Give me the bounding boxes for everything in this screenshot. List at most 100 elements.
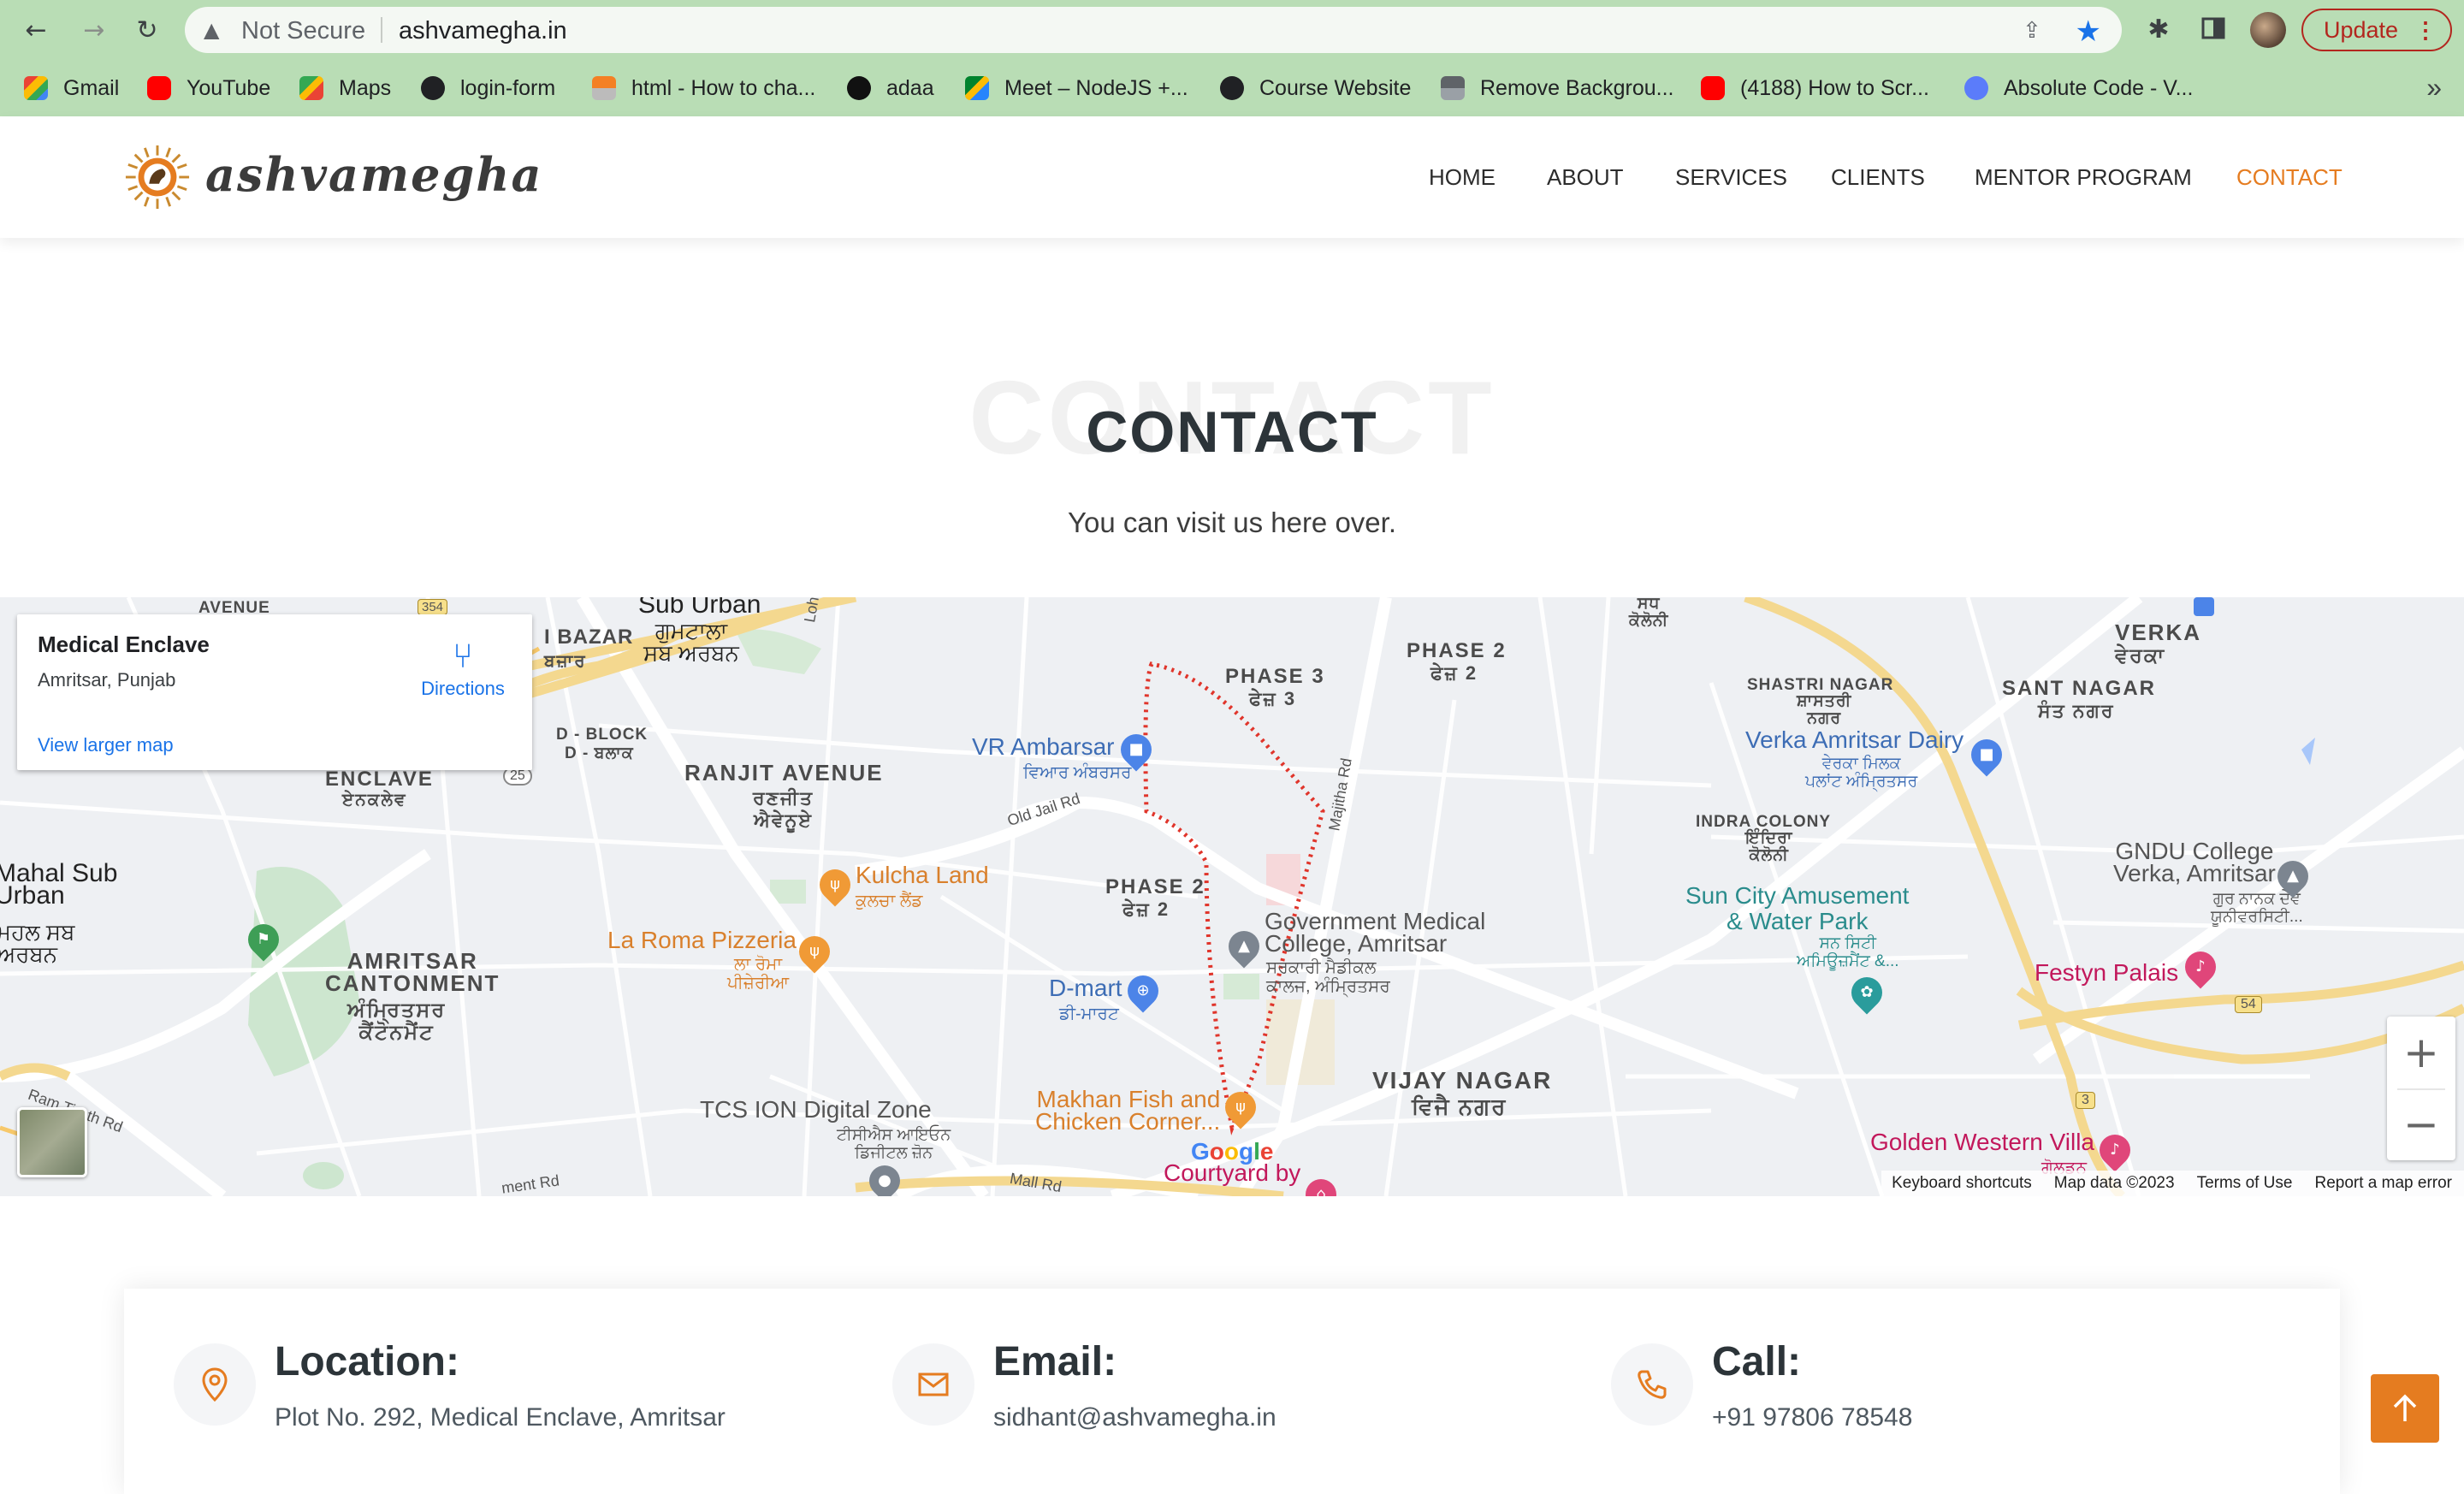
bookmark-absolute-code[interactable]: Absolute Code - V... xyxy=(1964,74,2193,103)
security-label[interactable]: Not Secure xyxy=(241,17,365,45)
bookmark-label: Meet – NodeJS +... xyxy=(1004,75,1188,100)
bookmark-course-website[interactable]: Course Website xyxy=(1220,74,1411,103)
map-label-bazar: I BAZAR xyxy=(544,625,634,649)
terms-link[interactable]: Terms of Use xyxy=(2197,1174,2293,1193)
side-panel-icon[interactable] xyxy=(2199,15,2228,44)
update-button[interactable]: Update ⋮ xyxy=(2301,9,2452,51)
bookmark-youtube[interactable]: YouTube xyxy=(147,74,270,103)
fork-knife-icon: ψ xyxy=(1235,1098,1246,1116)
bookmark-label: Remove Backgrou... xyxy=(1480,75,1674,100)
map-label-sub-urban: Sub Urban xyxy=(638,597,761,619)
satellite-toggle[interactable] xyxy=(17,1107,87,1177)
bookmark-adaa[interactable]: adaa xyxy=(847,74,934,103)
view-larger-map-link[interactable]: View larger map xyxy=(38,734,174,756)
site-header: ashvamegha HOME ABOUT SERVICES CLIENTS M… xyxy=(0,116,2464,238)
keyboard-shortcuts-link[interactable]: Keyboard shortcuts xyxy=(1892,1174,2032,1193)
reload-icon[interactable]: ↻ xyxy=(132,15,163,45)
map-label-dmart-pa: ਡੀ-ਮਾਰਟ xyxy=(1059,1005,1119,1023)
poi-pin-park[interactable]: ✿ xyxy=(1845,970,1889,1015)
map-label-gndu-pa: ਗੁਰ ਨਾਨਕ ਦੇਵ ਯੂਨੀਵਰਸਿਟੀ... xyxy=(2211,890,2303,926)
call-value[interactable]: +91 97806 78548 xyxy=(1712,1403,1912,1432)
absolute-code-icon xyxy=(1964,76,1988,100)
bookmark-remove-bg[interactable]: Remove Backgrou... xyxy=(1441,74,1674,103)
map-label-kulcha-pa: ਕੁਲਚਾ ਲੈਂਡ xyxy=(856,892,923,910)
bookmark-maps[interactable]: Maps xyxy=(299,74,391,103)
poi-pin-place[interactable]: ● xyxy=(862,1159,907,1196)
ashvamegha-logo-icon[interactable] xyxy=(124,144,191,210)
nav-services[interactable]: SERVICES xyxy=(1675,164,1787,191)
bookmark-meet[interactable]: Meet – NodeJS +... xyxy=(965,74,1188,103)
map-label-phase2-north: PHASE 2 xyxy=(1407,639,1507,662)
nav-home[interactable]: HOME xyxy=(1429,164,1496,191)
fork-knife-icon: ψ xyxy=(830,875,840,893)
map-label-enclave-pa: ਏਨਕਲੇਵ xyxy=(342,791,407,809)
address-bar[interactable]: ▲ Not Secure ashvamegha.in ⇪ ★ xyxy=(185,7,2122,53)
route-shield-3: 3 xyxy=(2076,1092,2095,1109)
poi-pin-college[interactable]: ▲ xyxy=(1222,924,1266,969)
bookmark-login-form[interactable]: login-form xyxy=(421,74,555,103)
map-label-mahal: Mahal Sub Urban xyxy=(0,859,118,910)
poi-pin-shopping[interactable]: ■ xyxy=(1114,727,1158,772)
adaa-icon xyxy=(847,76,871,100)
venue-icon: ♪ xyxy=(2195,957,2206,975)
share-icon[interactable]: ⇪ xyxy=(2023,18,2046,44)
report-error-link[interactable]: Report a map error xyxy=(2314,1174,2452,1193)
poi-pin-restaurant[interactable]: ψ xyxy=(813,863,857,907)
map-label-sub-urban-pa: ਗੁਮਟਾਲਾ ਸਬ ਅਰਬਨ xyxy=(643,618,739,666)
bookmark-label: adaa xyxy=(886,75,934,100)
profile-avatar[interactable] xyxy=(2250,12,2286,48)
map-label-vijay-pa: ਵਿਜੈ ਨਗਰ xyxy=(1412,1094,1507,1119)
warning-icon: ▲ xyxy=(204,18,220,42)
maps-icon xyxy=(299,76,323,100)
map-label-laroma-pa: ਲਾ ਰੋਮਾ ਪੀਜ਼ੇਰੀਆ xyxy=(727,955,790,993)
nav-contact[interactable]: CONTACT xyxy=(2236,164,2343,191)
directions-button[interactable]: ⑂ Directions xyxy=(407,637,518,700)
bookmark-label: login-form xyxy=(460,75,556,100)
route-shield-354: 354 xyxy=(418,599,448,615)
bookmarks-overflow-icon[interactable]: » xyxy=(2426,72,2442,104)
map-label-makhan: Makhan Fish and Chicken Corner... xyxy=(1035,1086,1221,1135)
map-label-sant: SANT NAGAR xyxy=(2002,677,2156,700)
map-place-card: Medical Enclave Amritsar, Punjab View la… xyxy=(17,614,532,770)
map-label-cantonment: AMRITSAR CANTONMENT xyxy=(325,948,500,996)
poi-pin-shopping[interactable]: ■ xyxy=(1964,732,2009,777)
transit-icon[interactable] xyxy=(2194,597,2214,616)
map-label-verka-dairy: Verka Amritsar Dairy xyxy=(1745,726,1964,753)
forward-arrow-icon[interactable]: → xyxy=(79,15,110,45)
arrow-up-icon xyxy=(2393,1394,2417,1421)
map-label-phase2-south: PHASE 2 xyxy=(1105,875,1205,898)
bookmark-label: (4188) How to Scr... xyxy=(1740,75,1929,100)
more-vert-icon: ⋮ xyxy=(2414,17,2437,43)
bookmark-star-icon[interactable]: ★ xyxy=(2076,15,2101,49)
shopping-bag-icon: ■ xyxy=(1128,740,1144,758)
zoom-out-button[interactable]: − xyxy=(2387,1088,2455,1160)
poi-pin-cart[interactable]: ⊕ xyxy=(1121,969,1165,1013)
back-to-top-button[interactable] xyxy=(2371,1374,2439,1443)
back-arrow-icon[interactable]: ← xyxy=(21,15,51,45)
map-label-vijay: VIJAY NAGAR xyxy=(1372,1067,1553,1094)
map-label-verka-pa: ਵੇਰਕਾ xyxy=(2115,644,2166,667)
poi-pin-restaurant[interactable]: ψ xyxy=(792,929,837,974)
nav-mentor-program[interactable]: MENTOR PROGRAM xyxy=(1975,164,2192,191)
bookmark-label: Absolute Code - V... xyxy=(2004,75,2194,100)
poi-pin-venue[interactable]: ♪ xyxy=(2178,945,2223,989)
zoom-in-button[interactable]: + xyxy=(2387,1017,2455,1088)
globe-icon xyxy=(421,76,445,100)
graduation-cap-icon: ▲ xyxy=(1238,937,1250,955)
map-label-phase3-pa: ਫੇਜ਼ 3 xyxy=(1249,688,1297,709)
poi-pin-golf[interactable]: ⚑ xyxy=(241,917,286,962)
google-map[interactable]: AVENUE Sub Urban ਗੁਮਟਾਲਾ ਸਬ ਅਰਬਨ I BAZAR… xyxy=(0,597,2464,1196)
bookmark-stackoverflow[interactable]: html - How to cha... xyxy=(592,74,815,103)
url-text[interactable]: ashvamegha.in xyxy=(399,17,567,45)
logo-text[interactable]: ashvamegha xyxy=(205,147,543,202)
extensions-puzzle-icon[interactable]: ✱ xyxy=(2144,15,2173,44)
golf-icon: ⚑ xyxy=(256,930,271,948)
bookmark-youtube-video[interactable]: (4188) How to Scr... xyxy=(1701,74,1929,103)
poi-pin-restaurant[interactable]: ψ xyxy=(1218,1085,1263,1129)
bookmark-gmail[interactable]: Gmail xyxy=(24,74,119,103)
poi-pin-college[interactable]: ▲ xyxy=(2271,854,2315,898)
poi-pin-venue[interactable]: ♪ xyxy=(2093,1128,2137,1172)
email-value[interactable]: sidhant@ashvamegha.in xyxy=(993,1403,1276,1432)
nav-clients[interactable]: CLIENTS xyxy=(1831,164,1925,191)
nav-about[interactable]: ABOUT xyxy=(1547,164,1624,191)
